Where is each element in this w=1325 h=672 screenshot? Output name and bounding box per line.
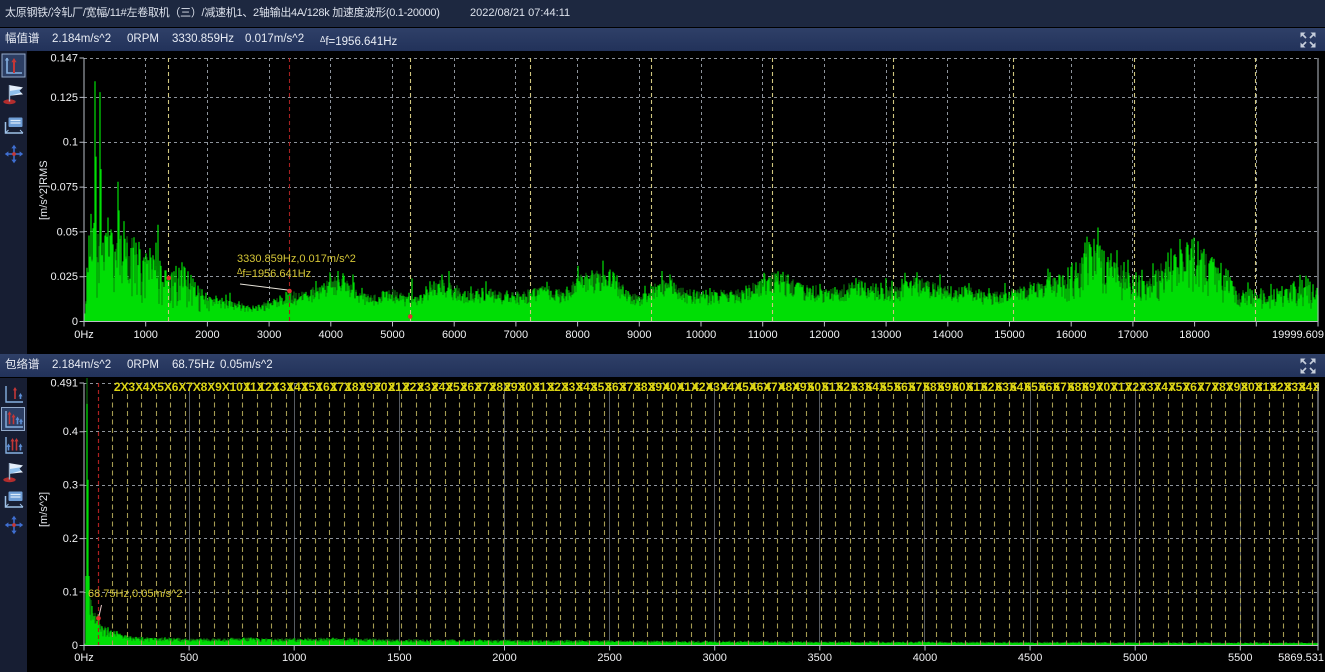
svg-text:4X: 4X bbox=[143, 380, 158, 394]
svg-text:17000: 17000 bbox=[1118, 329, 1149, 341]
svg-text:5000: 5000 bbox=[380, 329, 404, 341]
svg-text:1000: 1000 bbox=[282, 652, 306, 664]
svg-text:16000: 16000 bbox=[1056, 329, 1087, 341]
svg-text:Δf=1956.641Hz: Δf=1956.641Hz bbox=[237, 267, 311, 280]
svg-text:6X: 6X bbox=[172, 380, 187, 394]
svg-text:1500: 1500 bbox=[387, 652, 411, 664]
svg-text:0.1: 0.1 bbox=[63, 587, 78, 599]
svg-text:13000: 13000 bbox=[871, 329, 902, 341]
svg-text:9000: 9000 bbox=[627, 329, 651, 341]
svg-text:3000: 3000 bbox=[257, 329, 281, 341]
svg-text:2000: 2000 bbox=[492, 652, 516, 664]
svg-text:0.491: 0.491 bbox=[50, 378, 78, 390]
svg-text:5500: 5500 bbox=[1228, 652, 1252, 664]
svg-text:85X: 85X bbox=[1314, 380, 1325, 394]
svg-text:[m/s^2]: [m/s^2] bbox=[38, 492, 50, 527]
svg-text:7X: 7X bbox=[186, 380, 201, 394]
svg-text:19999.609: 19999.609 bbox=[1272, 329, 1324, 341]
svg-text:8000: 8000 bbox=[565, 329, 589, 341]
svg-text:4000: 4000 bbox=[319, 329, 343, 341]
svg-text:0: 0 bbox=[72, 316, 78, 328]
svg-text:4500: 4500 bbox=[1018, 652, 1042, 664]
svg-text:4000: 4000 bbox=[913, 652, 937, 664]
svg-text:0.05: 0.05 bbox=[57, 226, 78, 238]
svg-text:0.125: 0.125 bbox=[50, 92, 78, 104]
svg-text:0.075: 0.075 bbox=[50, 182, 78, 194]
svg-text:1000: 1000 bbox=[133, 329, 157, 341]
svg-text:2000: 2000 bbox=[195, 329, 219, 341]
svg-text:2X: 2X bbox=[114, 380, 129, 394]
svg-text:0.4: 0.4 bbox=[63, 426, 78, 438]
svg-text:3000: 3000 bbox=[702, 652, 726, 664]
svg-text:3330.859Hz,0.017m/s^2: 3330.859Hz,0.017m/s^2 bbox=[237, 253, 356, 265]
svg-text:5869.531: 5869.531 bbox=[1278, 652, 1324, 664]
svg-text:0.3: 0.3 bbox=[63, 480, 78, 492]
svg-text:12000: 12000 bbox=[809, 329, 840, 341]
svg-text:3X: 3X bbox=[128, 380, 143, 394]
svg-text:6000: 6000 bbox=[442, 329, 466, 341]
svg-text:500: 500 bbox=[180, 652, 198, 664]
svg-text:[m/s^2]RMS: [m/s^2]RMS bbox=[38, 160, 50, 220]
svg-text:0.2: 0.2 bbox=[63, 533, 78, 545]
svg-text:8X: 8X bbox=[201, 380, 216, 394]
svg-text:15000: 15000 bbox=[994, 329, 1025, 341]
svg-text:3500: 3500 bbox=[808, 652, 832, 664]
svg-text:14000: 14000 bbox=[933, 329, 964, 341]
svg-text:0.147: 0.147 bbox=[50, 53, 78, 65]
svg-text:5X: 5X bbox=[157, 380, 172, 394]
svg-text:0Hz: 0Hz bbox=[74, 329, 94, 341]
svg-text:10000: 10000 bbox=[686, 329, 717, 341]
svg-text:7000: 7000 bbox=[504, 329, 528, 341]
svg-text:0Hz: 0Hz bbox=[74, 652, 94, 664]
svg-text:11000: 11000 bbox=[748, 329, 778, 341]
svg-text:5000: 5000 bbox=[1123, 652, 1147, 664]
svg-text:0: 0 bbox=[72, 640, 78, 652]
svg-text:0.025: 0.025 bbox=[50, 271, 78, 283]
svg-text:0.1: 0.1 bbox=[63, 137, 78, 149]
svg-text:9X: 9X bbox=[215, 380, 230, 394]
svg-text:2500: 2500 bbox=[597, 652, 621, 664]
svg-text:68.75Hz,0.05m/s^2: 68.75Hz,0.05m/s^2 bbox=[88, 588, 182, 600]
svg-text:18000: 18000 bbox=[1179, 329, 1210, 341]
